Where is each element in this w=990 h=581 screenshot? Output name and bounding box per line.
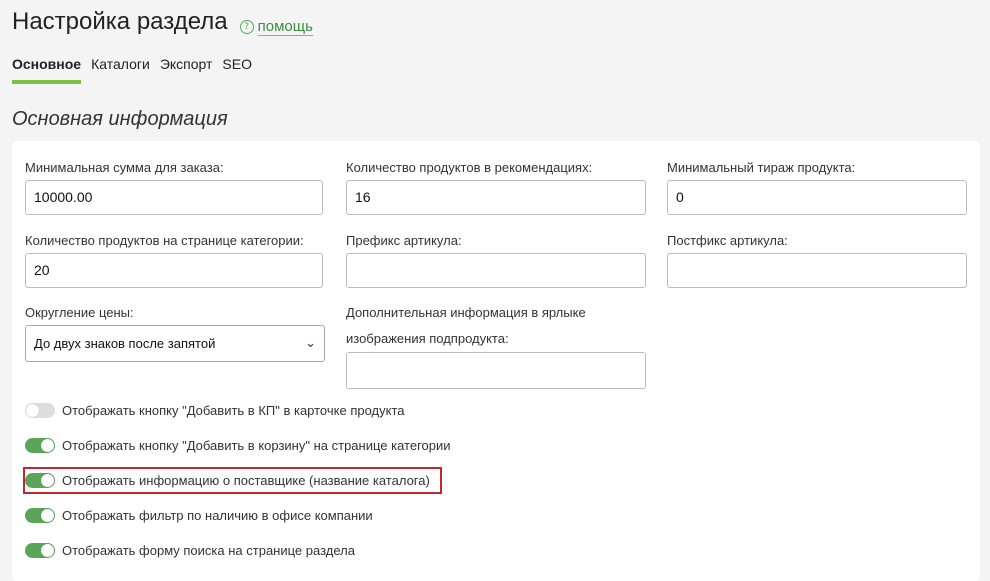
article-postfix-label: Постфикс артикула: xyxy=(667,233,788,248)
price-rounding-select[interactable]: До двух знаков после запятой ⌄ xyxy=(25,325,325,362)
help-icon[interactable]: ? xyxy=(239,20,254,34)
tabs-bar: Основное Каталоги Экспорт SEO xyxy=(12,56,262,84)
tab-main[interactable]: Основное xyxy=(12,56,82,84)
settings-card: Минимальная сумма для заказа: 10000.00 К… xyxy=(12,141,980,581)
page-title: Настройка раздела xyxy=(12,8,228,35)
toggle-knob xyxy=(41,439,54,452)
toggle-row[interactable]: Отображать информацию о поставщике (назв… xyxy=(25,473,430,488)
toggle-label: Отображать кнопку "Добавить в КП" в карт… xyxy=(62,403,405,418)
toggle-switch[interactable] xyxy=(25,473,55,488)
toggle-switch[interactable] xyxy=(25,508,55,523)
min-print-run-input[interactable]: 0 xyxy=(667,180,967,215)
tab-seo[interactable]: SEO xyxy=(222,56,252,84)
help-link[interactable]: помощь xyxy=(257,18,313,36)
min-print-run-label: Минимальный тираж продукта: xyxy=(667,160,856,175)
recommend-count-label: Количество продуктов в рекомендациях: xyxy=(346,160,593,175)
min-order-sum-input[interactable]: 10000.00 xyxy=(25,180,323,215)
toggle-knob xyxy=(41,474,54,487)
subproduct-info-label-line2: изображения подпродукта: xyxy=(346,331,509,346)
toggle-knob xyxy=(41,509,54,522)
toggle-switch[interactable] xyxy=(25,403,55,418)
section-title: Основная информация xyxy=(12,108,228,130)
article-prefix-input[interactable] xyxy=(346,253,646,288)
toggle-switch[interactable] xyxy=(25,438,55,453)
chevron-down-icon: ⌄ xyxy=(305,336,316,351)
toggle-label: Отображать форму поиска на странице разд… xyxy=(62,543,355,558)
article-postfix-input[interactable] xyxy=(667,253,967,288)
article-prefix-label: Префикс артикула: xyxy=(346,233,462,248)
toggle-row[interactable]: Отображать кнопку "Добавить в корзину" н… xyxy=(25,438,451,453)
toggle-row[interactable]: Отображать фильтр по наличию в офисе ком… xyxy=(25,508,373,523)
toggle-knob xyxy=(41,544,54,557)
subproduct-info-input[interactable] xyxy=(346,352,646,389)
subproduct-info-label-line1: Дополнительная информация в ярлыке xyxy=(346,305,586,320)
recommend-count-input[interactable]: 16 xyxy=(346,180,646,215)
price-rounding-label: Округление цены: xyxy=(25,305,134,320)
products-per-page-label: Количество продуктов на странице категор… xyxy=(25,233,304,248)
toggle-row[interactable]: Отображать кнопку "Добавить в КП" в карт… xyxy=(25,403,405,418)
toggle-label: Отображать фильтр по наличию в офисе ком… xyxy=(62,508,373,523)
toggle-row[interactable]: Отображать форму поиска на странице разд… xyxy=(25,543,355,558)
min-order-sum-label: Минимальная сумма для заказа: xyxy=(25,160,224,175)
tab-catalogs[interactable]: Каталоги xyxy=(91,56,150,84)
help-link-group[interactable]: ? помощь xyxy=(239,18,313,36)
toggle-switch[interactable] xyxy=(25,543,55,558)
products-per-page-input[interactable]: 20 xyxy=(25,253,323,288)
price-rounding-value: До двух знаков после запятой xyxy=(34,336,216,351)
toggle-label: Отображать кнопку "Добавить в корзину" н… xyxy=(62,438,451,453)
tab-export[interactable]: Экспорт xyxy=(160,56,213,84)
toggle-label: Отображать информацию о поставщике (назв… xyxy=(62,473,430,488)
toggle-knob xyxy=(26,404,39,417)
page-header: Настройка раздела ? помощь xyxy=(12,8,313,36)
